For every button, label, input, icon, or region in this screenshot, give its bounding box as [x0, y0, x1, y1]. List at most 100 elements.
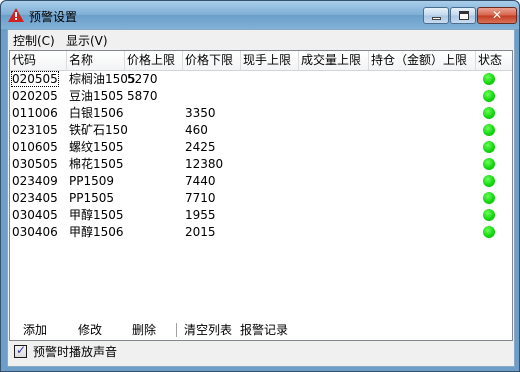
col-header-name[interactable]: 名称 — [67, 51, 125, 70]
cell-name-text: 白银1506 — [69, 106, 124, 120]
table-row[interactable]: 020505 棕榈油1505 5270 — [10, 71, 512, 88]
cell-code-text: 023409 — [12, 174, 58, 188]
close-icon: ✕ — [491, 8, 503, 22]
status-indicator-icon — [483, 209, 495, 221]
table-row[interactable]: 030405 甲醇1505 1955 — [10, 207, 512, 224]
status-indicator-icon — [483, 175, 495, 187]
table-row[interactable]: 023405 PP1505 7710 — [10, 190, 512, 207]
minimize-button[interactable] — [423, 7, 449, 24]
cell-price-upper — [125, 190, 127, 207]
col-header-code[interactable]: 代码 — [10, 51, 67, 70]
cell-code: 011006 — [10, 105, 58, 122]
close-button[interactable]: ✕ — [477, 7, 517, 24]
status-indicator-icon — [483, 192, 495, 204]
edit-button[interactable]: 修改 — [78, 320, 102, 340]
clear-list-button[interactable]: 清空列表 — [184, 320, 232, 340]
cell-code-text: 010605 — [12, 140, 58, 154]
cell-price-upper-text: 5270 — [127, 72, 158, 86]
status-indicator-icon — [483, 107, 495, 119]
table-row[interactable]: 023105 铁矿石150 460 — [10, 122, 512, 139]
cell-price-lower-text: 1955 — [185, 208, 216, 222]
cell-price-upper-text: 5870 — [127, 89, 158, 103]
table-row[interactable]: 023409 PP1509 7440 — [10, 173, 512, 190]
check-icon: ✓ — [16, 343, 27, 357]
cell-price-lower: 2425 — [183, 139, 216, 156]
col-header-status[interactable]: 状态 — [476, 51, 512, 70]
col-header-position-upper[interactable]: 持仓（金额）上限 — [369, 51, 476, 70]
cell-code: 020205 — [10, 88, 58, 105]
status-indicator-icon — [483, 73, 495, 85]
add-button[interactable]: 添加 — [23, 320, 47, 340]
cell-name: 白银1506 — [67, 105, 124, 122]
cell-code: 030406 — [10, 224, 58, 241]
cell-code-text: 020205 — [12, 89, 58, 103]
alert-list[interactable]: 代码 名称 价格上限 价格下限 现手上限 成交量上限 持仓（金额）上限 状态 0… — [9, 50, 513, 341]
cell-price-lower: 1955 — [183, 207, 216, 224]
col-header-volume-upper[interactable]: 成交量上限 — [299, 51, 369, 70]
delete-button[interactable]: 删除 — [132, 320, 156, 340]
cell-code-text: 011006 — [12, 106, 58, 120]
cell-name-text: 螺纹1505 — [69, 140, 124, 154]
cell-price-upper — [125, 105, 127, 122]
cell-name-text: 甲醇1505 — [69, 208, 124, 222]
cell-price-lower-text: 7440 — [185, 174, 216, 188]
col-header-price-upper[interactable]: 价格上限 — [125, 51, 183, 70]
minimize-icon — [432, 17, 441, 20]
cell-name-text: PP1509 — [69, 174, 115, 188]
cell-price-lower: 7440 — [183, 173, 216, 190]
table-row[interactable]: 011006 白银1506 3350 — [10, 105, 512, 122]
maximize-button[interactable] — [450, 7, 476, 24]
cell-name: 螺纹1505 — [67, 139, 124, 156]
cell-code: 023409 — [10, 173, 58, 190]
cell-name-text: 铁矿石150 — [69, 123, 128, 137]
cell-code-text: 030406 — [12, 225, 58, 239]
cell-name: 豆油1505 — [67, 88, 124, 105]
cell-price-upper: 5270 — [125, 71, 158, 88]
cell-code: 010605 — [10, 139, 58, 156]
window-title: 预警设置 — [29, 10, 78, 24]
cell-code-text: 023105 — [12, 123, 58, 137]
col-header-hand-upper[interactable]: 现手上限 — [241, 51, 299, 70]
cell-code-text: 023405 — [12, 191, 58, 205]
cell-name-text: 豆油1505 — [69, 89, 124, 103]
col-header-price-lower[interactable]: 价格下限 — [183, 51, 241, 70]
cell-name: PP1509 — [67, 173, 114, 190]
cell-price-lower-text: 12380 — [185, 157, 224, 171]
menu-control[interactable]: 控制(C) — [13, 32, 55, 49]
cell-code: 030405 — [10, 207, 58, 224]
cell-price-lower-text: 2425 — [185, 140, 216, 154]
cell-code: 020505 — [10, 71, 59, 88]
cell-price-lower-text: 3350 — [185, 106, 216, 120]
cell-name-text: PP1505 — [69, 191, 115, 205]
cell-price-upper: 5870 — [125, 88, 158, 105]
table-row[interactable]: 020205 豆油1505 5870 — [10, 88, 512, 105]
cell-price-lower — [183, 71, 185, 88]
cell-price-lower-text: 2015 — [185, 225, 216, 239]
table-row[interactable]: 030406 甲醇1506 2015 — [10, 224, 512, 241]
cell-code-text: 020505 — [11, 71, 59, 87]
cell-price-upper — [125, 207, 127, 224]
cell-price-lower: 2015 — [183, 224, 216, 241]
cell-price-lower: 7710 — [183, 190, 216, 207]
table-row[interactable]: 030505 棉花1505 12380 — [10, 156, 512, 173]
cell-price-upper — [125, 139, 127, 156]
alert-log-button[interactable]: 报警记录 — [240, 320, 288, 340]
play-sound-checkbox[interactable]: ✓ — [14, 343, 27, 358]
action-toolbar: 添加 修改 删除 清空列表 报警记录 — [9, 320, 513, 340]
status-indicator-icon — [483, 141, 495, 153]
play-sound-label: 预警时播放声音 — [33, 345, 118, 359]
cell-name-text: 棉花1505 — [69, 157, 124, 171]
cell-price-lower: 460 — [183, 122, 208, 139]
cell-price-upper — [125, 122, 127, 139]
cell-price-upper — [125, 156, 127, 173]
cell-price-upper — [125, 224, 127, 241]
menu-view[interactable]: 显示(V) — [66, 32, 108, 49]
table-row[interactable]: 010605 螺纹1505 2425 — [10, 139, 512, 156]
cell-name: 甲醇1505 — [67, 207, 124, 224]
maximize-icon — [459, 11, 469, 20]
status-indicator-icon — [483, 226, 495, 238]
cell-name: 棉花1505 — [67, 156, 124, 173]
title-bar[interactable]: 预警设置 ✕ — [1, 1, 519, 29]
cell-code: 023105 — [10, 122, 58, 139]
cell-price-upper — [125, 173, 127, 190]
